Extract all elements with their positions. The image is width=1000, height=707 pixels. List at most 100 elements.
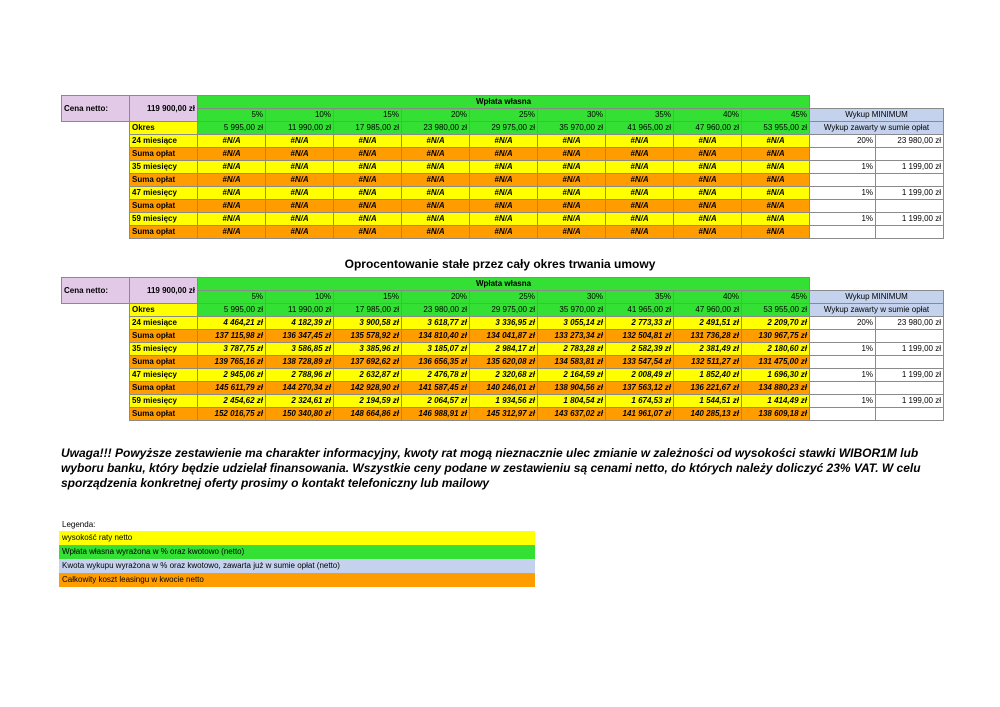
- downpayment-amount: 41 965,00 zł: [605, 303, 674, 317]
- downpayment-percent: 35%: [605, 108, 674, 122]
- downpayment-header: Wpłata własna: [197, 277, 810, 291]
- downpayment-percent: 25%: [469, 108, 538, 122]
- downpayment-percent: 15%: [333, 290, 402, 304]
- spacer-cell: [62, 317, 130, 330]
- spacer-cell: [62, 161, 130, 174]
- sum-cell: 138 609,18 zł: [741, 407, 810, 421]
- sum-cell: #N/A: [673, 199, 742, 213]
- buyout-percent: 1%: [809, 160, 876, 174]
- rate-cell: 4 464,21 zł: [197, 316, 266, 330]
- rate-cell: #N/A: [265, 160, 334, 174]
- sum-cell: 130 967,75 zł: [741, 329, 810, 343]
- downpayment-amount: 29 975,00 zł: [469, 303, 538, 317]
- legend-item-downpayment: Wpłata własna wyrażona w % oraz kwotowo …: [59, 545, 535, 559]
- sum-cell: 136 347,45 zł: [265, 329, 334, 343]
- rate-cell: #N/A: [401, 134, 470, 148]
- sum-cell: 133 273,34 zł: [537, 329, 606, 343]
- rate-cell: 2 632,87 zł: [333, 368, 402, 382]
- rate-cell: #N/A: [265, 212, 334, 226]
- period-row-label: 59 miesięcy: [129, 394, 198, 408]
- rate-cell: #N/A: [333, 134, 402, 148]
- rate-cell: 2 209,70 zł: [741, 316, 810, 330]
- table-row: Suma opłat #N/A #N/A #N/A #N/A #N/A #N/A #N/A #N…: [62, 147, 944, 161]
- sum-cell: #N/A: [605, 147, 674, 161]
- sum-cell: #N/A: [673, 147, 742, 161]
- sum-cell: #N/A: [537, 199, 606, 213]
- period-row-label: 35 miesięcy: [129, 160, 198, 174]
- downpayment-percent: 45%: [741, 290, 810, 304]
- spacer-cell: [810, 96, 944, 109]
- sum-cell: 133 547,54 zł: [605, 355, 674, 369]
- downpayment-amount: 53 955,00 zł: [741, 121, 810, 135]
- sum-cell: #N/A: [469, 199, 538, 213]
- sum-cell: #N/A: [197, 173, 266, 187]
- table-row: 59 miesięcy #N/A #N/A #N/A #N/A #N/A #N/A #N/A #…: [62, 212, 944, 226]
- rate-cell: #N/A: [741, 186, 810, 200]
- downpayment-amount: 41 965,00 zł: [605, 121, 674, 135]
- spacer-cell: [62, 356, 130, 369]
- sum-cell: 132 511,27 zł: [673, 355, 742, 369]
- price-label: Cena netto:: [61, 277, 130, 304]
- downpayment-percent: 25%: [469, 290, 538, 304]
- buyout-percent: 1%: [809, 212, 876, 226]
- rate-cell: #N/A: [741, 212, 810, 226]
- rate-cell: #N/A: [741, 160, 810, 174]
- sum-cell: #N/A: [605, 173, 674, 187]
- rate-cell: 2 194,59 zł: [333, 394, 402, 408]
- sum-cell: #N/A: [197, 225, 266, 239]
- downpayment-amount: 47 960,00 zł: [673, 303, 742, 317]
- table-row: 59 miesięcy 2 454,62 zł 2 324,61 zł 2 194,5…: [62, 394, 944, 408]
- period-row-label: 47 miesięcy: [129, 186, 198, 200]
- downpayment-percent: 10%: [265, 290, 334, 304]
- sum-cell: #N/A: [741, 173, 810, 187]
- sum-row-label: Suma opłat: [129, 225, 198, 239]
- spacer-cell: [62, 304, 130, 317]
- sum-cell: 137 692,62 zł: [333, 355, 402, 369]
- rate-cell: 3 055,14 zł: [537, 316, 606, 330]
- rate-cell: 2 476,78 zł: [401, 368, 470, 382]
- buyout-percent: [809, 381, 876, 395]
- sum-cell: #N/A: [401, 147, 470, 161]
- sum-row-label: Suma opłat: [129, 355, 198, 369]
- sum-row-label: Suma opłat: [129, 329, 198, 343]
- rate-cell: #N/A: [537, 186, 606, 200]
- sum-cell: 144 270,34 zł: [265, 381, 334, 395]
- rate-cell: #N/A: [197, 212, 266, 226]
- rate-cell: 2 454,62 zł: [197, 394, 266, 408]
- rate-cell: #N/A: [265, 186, 334, 200]
- sum-cell: #N/A: [197, 199, 266, 213]
- legend-item-total-cost: Całkowity koszt leasingu w kwocie netto: [59, 573, 535, 587]
- rate-cell: 2 491,51 zł: [673, 316, 742, 330]
- buyout-amount: [875, 329, 944, 343]
- buyout-amount: [875, 225, 944, 239]
- table-row: 24 miesiące 4 464,21 zł 4 182,39 zł 3 900,5…: [62, 316, 944, 330]
- rate-cell: #N/A: [197, 134, 266, 148]
- sum-cell: #N/A: [401, 199, 470, 213]
- period-row-label: 35 miesięcy: [129, 342, 198, 356]
- buyout-subheader: Wykup zawarty w sumie opłat: [809, 121, 944, 135]
- downpayment-amount: 17 985,00 zł: [333, 121, 402, 135]
- sum-cell: #N/A: [673, 173, 742, 187]
- rate-cell: 2 773,33 zł: [605, 316, 674, 330]
- buyout-amount: 1 199,00 zł: [875, 212, 944, 226]
- sum-cell: 141 961,07 zł: [605, 407, 674, 421]
- spacer-cell: [62, 200, 130, 213]
- rate-cell: #N/A: [673, 160, 742, 174]
- sum-cell: 137 563,12 zł: [605, 381, 674, 395]
- rate-cell: 1 804,54 zł: [537, 394, 606, 408]
- rate-cell: 1 544,51 zł: [673, 394, 742, 408]
- sum-cell: 131 736,28 zł: [673, 329, 742, 343]
- sum-cell: 134 810,40 zł: [401, 329, 470, 343]
- spacer-cell: [62, 213, 130, 226]
- sum-cell: 138 728,89 zł: [265, 355, 334, 369]
- rate-cell: #N/A: [333, 160, 402, 174]
- rate-cell: #N/A: [469, 134, 538, 148]
- rate-cell: #N/A: [401, 186, 470, 200]
- rate-cell: 3 385,96 zł: [333, 342, 402, 356]
- rate-cell: 2 783,28 zł: [537, 342, 606, 356]
- buyout-subheader: Wykup zawarty w sumie opłat: [809, 303, 944, 317]
- sum-cell: 146 988,91 zł: [401, 407, 470, 421]
- sum-cell: 136 221,67 zł: [673, 381, 742, 395]
- table-row: Suma opłat #N/A #N/A #N/A #N/A #N/A #N/A #N/A #N…: [62, 225, 944, 239]
- price-label: Cena netto:: [61, 95, 130, 122]
